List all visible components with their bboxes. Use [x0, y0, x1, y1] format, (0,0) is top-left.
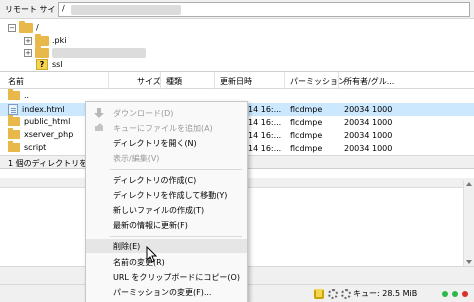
menu-item-download[interactable]: ダウンロード(D)	[86, 106, 247, 120]
column-header-name[interactable]: 名前	[8, 76, 24, 87]
folder-icon	[19, 20, 33, 33]
expand-icon[interactable]: +	[24, 48, 32, 57]
folder-icon	[8, 115, 20, 126]
menu-item-label: 削除(E)	[113, 242, 141, 251]
file-name: script	[24, 143, 47, 152]
file-permissions: flcdmpe	[290, 105, 323, 114]
tree-node-root[interactable]: − /	[8, 20, 39, 34]
expand-icon[interactable]: +	[24, 36, 32, 45]
menu-item-label: ディレクトリを開く(N)	[113, 139, 197, 148]
tree-node-ssl[interactable]: ? ssl	[36, 58, 63, 71]
menu-item-refresh[interactable]: 最新の情報に更新(F)	[86, 218, 247, 232]
file-owner: 20034 1000	[344, 131, 393, 140]
remote-directory-tree: − / + .pki + ? ssl	[0, 19, 474, 72]
menu-separator	[110, 169, 242, 170]
menu-item-label: URL をクリップボードにコピー(O)	[113, 273, 240, 282]
file-name: ..	[24, 91, 30, 100]
gear-icon[interactable]	[328, 289, 338, 299]
file-owner: 20034 1000	[344, 144, 393, 153]
folder-icon	[8, 128, 20, 139]
column-separator	[338, 72, 339, 89]
menu-item-create-directory[interactable]: ディレクトリの作成(C)	[86, 173, 247, 187]
lock-icon	[314, 289, 324, 299]
menu-item-add-to-queue[interactable]: キューにファイルを追加(A)	[86, 121, 247, 135]
menu-item-label: ダウンロード(D)	[113, 109, 174, 118]
menu-item-rename[interactable]: 名前の変更(R)	[86, 255, 247, 269]
folder-icon	[35, 45, 49, 58]
menu-item-delete[interactable]: 削除(E)	[86, 239, 247, 253]
add-to-queue-icon	[94, 123, 104, 133]
file-name: public_html	[24, 117, 71, 126]
file-list-header: 名前 サイズ 種類 更新日時 パーミッション 所有者/グル...	[0, 72, 474, 89]
column-separator	[284, 72, 285, 89]
menu-item-create-and-enter[interactable]: ディレクトリを作成して移動(Y)	[86, 188, 247, 202]
file-name: xserver_php	[24, 130, 74, 139]
activity-light-icon	[442, 291, 448, 297]
menu-item-create-file[interactable]: 新しいファイルの作成(T)	[86, 203, 247, 217]
queue-size: キュー: 28.5 MiB	[353, 289, 418, 298]
file-permissions: flcdmpe	[290, 144, 323, 153]
menu-separator	[110, 236, 242, 237]
file-modified: 14 16:...	[248, 131, 282, 140]
collapse-icon[interactable]: −	[8, 23, 16, 32]
folder-icon	[35, 33, 49, 46]
menu-item-open-directory[interactable]: ディレクトリを開く(N)	[86, 136, 247, 150]
download-icon	[94, 108, 104, 118]
menu-item-label: 最新の情報に更新(F)	[113, 221, 188, 230]
speed-limit-icon[interactable]	[341, 289, 351, 299]
tree-node-label: /	[36, 23, 39, 32]
menu-item-label: ディレクトリの作成(C)	[113, 176, 197, 185]
file-icon	[8, 104, 18, 115]
remote-path-text: /	[62, 4, 65, 13]
queue-scrollbar[interactable]	[463, 180, 474, 266]
file-permissions: flcdmpe	[290, 118, 323, 127]
menu-item-view-edit[interactable]: 表示/編集(V)	[86, 151, 247, 165]
folder-icon	[8, 89, 20, 100]
file-name: index.html	[22, 105, 65, 114]
column-separator	[160, 72, 161, 89]
tree-node-label: .pki	[52, 36, 67, 45]
unknown-folder-icon: ?	[36, 59, 48, 70]
scroll-up-icon[interactable]	[466, 182, 472, 186]
menu-item-label: ディレクトリを作成して移動(Y)	[113, 191, 228, 200]
menu-item-change-permissions[interactable]: パーミッションの変更(F)...	[86, 285, 247, 299]
file-owner: 20034 1000	[344, 105, 393, 114]
scroll-down-icon[interactable]	[466, 260, 472, 264]
file-modified: 14 16:...	[248, 144, 282, 153]
column-header-modified[interactable]: 更新日時	[220, 76, 252, 87]
column-separator	[108, 72, 109, 89]
activity-light-icon	[452, 291, 458, 297]
menu-item-copy-url[interactable]: URL をクリップボードにコピー(O)	[86, 270, 247, 284]
file-owner: 20034 1000	[344, 118, 393, 127]
file-permissions: flcdmpe	[290, 131, 323, 140]
mouse-cursor-icon	[146, 246, 158, 263]
menu-item-label: 新しいファイルの作成(T)	[113, 206, 205, 215]
column-header-type[interactable]: 種類	[166, 76, 182, 87]
tree-node-label: ssl	[52, 60, 63, 69]
column-separator	[214, 72, 215, 89]
redacted-path	[71, 5, 181, 15]
column-header-size[interactable]: サイズ	[137, 76, 161, 87]
context-menu: ダウンロード(D) キューにファイルを追加(A) ディレクトリを開く(N) 表示…	[85, 101, 248, 302]
file-modified: 14 16:...	[248, 105, 282, 114]
menu-item-label: 表示/編集(V)	[113, 154, 160, 163]
remote-site-bar: リモート サイト: /	[0, 0, 474, 19]
file-modified: 14 16:...	[248, 118, 282, 127]
menu-item-label: パーミッションの変更(F)...	[113, 288, 212, 297]
remote-path-input[interactable]: /	[58, 2, 470, 17]
redacted-folder-name	[52, 47, 146, 58]
menu-item-label: キューにファイルを追加(A)	[113, 124, 213, 133]
activity-light-icon	[462, 291, 468, 297]
column-header-owner[interactable]: 所有者/グル...	[344, 76, 394, 87]
folder-icon	[8, 141, 20, 152]
